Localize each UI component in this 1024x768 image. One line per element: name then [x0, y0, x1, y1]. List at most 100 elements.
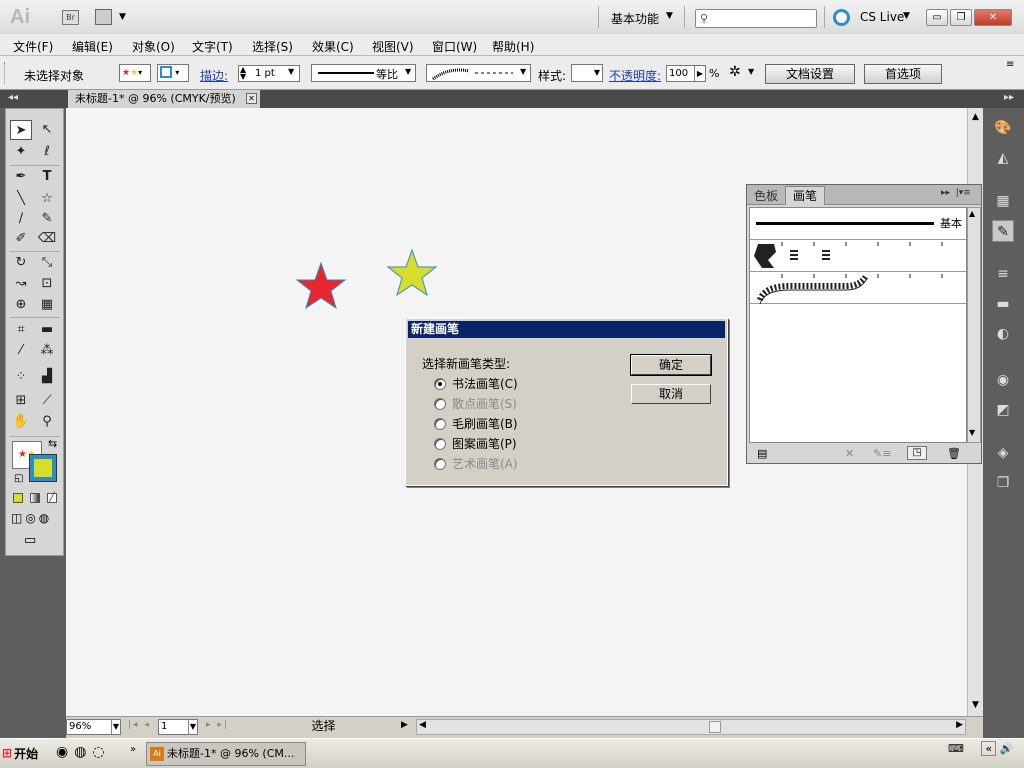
color-guide-icon[interactable]: ◭ — [992, 147, 1014, 169]
start-button[interactable]: ⊞ 开始 — [2, 742, 50, 764]
paintbrush-tool-icon[interactable]: ∕ — [10, 209, 32, 229]
radio-bristle[interactable]: 毛刷画笔(B) — [434, 415, 518, 432]
artboard-tool-icon[interactable]: ⊞ — [10, 391, 32, 411]
trash-icon[interactable]: 🗑 — [947, 447, 961, 460]
swap-colors-icon[interactable]: ⇆ — [48, 437, 57, 450]
chevron-down-icon[interactable]: ▼ — [288, 67, 294, 76]
default-colors-icon[interactable]: ◱ — [14, 473, 23, 484]
eyedropper-tool-icon[interactable]: ⁄ — [10, 341, 32, 361]
workspace-switcher[interactable]: 基本功能 — [611, 10, 659, 27]
tab-swatches[interactable]: 色板 — [749, 187, 783, 205]
close-button[interactable]: ✕ — [974, 9, 1012, 26]
menu-object[interactable]: 对象(O) — [132, 38, 175, 55]
scroll-thumb[interactable] — [709, 721, 721, 733]
selection-tool-icon[interactable]: ➤ — [10, 120, 32, 140]
radio-pattern[interactable]: 图案画笔(P) — [434, 435, 517, 452]
none-mode-icon[interactable]: ╱ — [47, 493, 57, 503]
new-brush-icon[interactable]: ◳ — [907, 446, 927, 460]
zoom-tool-icon[interactable]: ⚲ — [36, 412, 58, 432]
hand-tool-icon[interactable]: ✋ — [10, 412, 32, 432]
mesh-tool-icon[interactable]: ⌗ — [10, 320, 32, 340]
brush-list-scrollbar[interactable]: ▲ ▼ — [967, 207, 981, 443]
tab-brushes[interactable]: 画笔 — [785, 186, 825, 205]
taskbar-item[interactable]: Ai 未标题-1* @ 96% (CM... — [146, 742, 306, 766]
zoom-field[interactable]: 96% ▼ — [66, 719, 121, 735]
stroke-panel-icon[interactable]: ≡ — [992, 263, 1014, 285]
minimize-button[interactable]: ▭ — [926, 9, 948, 26]
gradient-panel-icon[interactable]: ▬ — [992, 293, 1014, 315]
opacity-field[interactable]: 100 ▶ — [666, 65, 706, 82]
variable-width-profile[interactable]: 等比 ▼ — [311, 64, 416, 82]
scroll-right-icon[interactable]: ▶ — [956, 720, 963, 730]
restore-button[interactable]: ❐ — [950, 9, 972, 26]
chevron-down-icon[interactable]: ▼ — [666, 11, 673, 21]
artboard-field[interactable]: 1 ▼ — [158, 719, 198, 735]
lasso-tool-icon[interactable]: ℓ — [36, 142, 58, 162]
menu-window[interactable]: 窗口(W) — [432, 38, 477, 55]
scroll-down-icon[interactable]: ▼ — [968, 700, 983, 710]
opacity-label[interactable]: 不透明度: — [609, 67, 661, 84]
line-tool-icon[interactable]: ╲ — [10, 189, 32, 209]
chevron-down-icon[interactable]: ▼ — [748, 67, 754, 76]
scroll-down-icon[interactable]: ▼ — [969, 428, 975, 437]
search-input[interactable]: ⚲ — [695, 9, 817, 28]
scroll-left-icon[interactable]: ◀ — [419, 720, 426, 730]
direct-selection-tool-icon[interactable]: ↖ — [36, 120, 58, 140]
shape-builder-tool-icon[interactable]: ⊕ — [10, 295, 32, 315]
blob-brush-tool-icon[interactable]: ✐ — [10, 229, 32, 249]
document-setup-button[interactable]: 文档设置 — [765, 64, 855, 84]
close-icon[interactable]: ✕ — [246, 93, 257, 104]
gradient-tool-icon[interactable]: ▬ — [36, 320, 58, 340]
stroke-color-box[interactable] — [29, 454, 57, 482]
radio-calligraphic[interactable]: 书法画笔(C) — [434, 375, 518, 392]
stroke-swatch[interactable]: ▾ — [157, 64, 189, 82]
star-tool-icon[interactable]: ☆ — [36, 189, 58, 209]
list-item[interactable] — [750, 272, 966, 305]
brushes-panel-icon[interactable]: ✎ — [992, 220, 1014, 242]
symbol-sprayer-tool-icon[interactable]: ⁘ — [10, 367, 32, 387]
brush-libraries-icon[interactable]: ▤ — [757, 447, 767, 460]
remove-stroke-icon[interactable]: ✕ — [845, 447, 854, 460]
bridge-button[interactable]: Br — [62, 10, 79, 25]
screen-mode-icon[interactable]: ▭ — [24, 533, 46, 549]
draw-mode-icons[interactable]: ◫◎◍ — [11, 511, 52, 525]
panel-menu-icon[interactable]: ▸▸ |▾≡ — [941, 188, 971, 198]
blend-tool-icon[interactable]: ⁂ — [36, 341, 58, 361]
chevron-right-icon[interactable]: » — [130, 744, 136, 755]
menu-effect[interactable]: 效果(C) — [312, 38, 354, 55]
graph-tool-icon[interactable]: ▟ — [36, 367, 58, 387]
slice-tool-icon[interactable]: ⟋ — [36, 391, 58, 411]
fill-swatch[interactable]: ★★▾ — [119, 64, 151, 82]
list-item[interactable]: 基本 — [750, 208, 966, 240]
menu-help[interactable]: 帮助(H) — [492, 38, 534, 55]
swatches-icon[interactable]: ▦ — [992, 190, 1014, 212]
brush-options-icon[interactable]: ✎≡ — [873, 447, 891, 460]
scroll-up-icon[interactable]: ▲ — [969, 209, 975, 218]
pencil-tool-icon[interactable]: ✎ — [36, 209, 58, 229]
type-tool-icon[interactable]: T — [36, 167, 58, 187]
free-transform-tool-icon[interactable]: ⊡ — [36, 274, 58, 294]
ok-button[interactable]: 确定 — [630, 354, 712, 376]
arrange-documents-button[interactable]: ▼ — [95, 9, 129, 26]
artboards-panel-icon[interactable]: ❐ — [992, 472, 1014, 494]
graphic-styles-icon[interactable]: ◩ — [992, 399, 1014, 421]
style-dropdown[interactable]: ▼ — [571, 64, 603, 82]
scale-tool-icon[interactable]: ⤡ — [36, 253, 58, 273]
transparency-panel-icon[interactable]: ◐ — [992, 323, 1014, 345]
perspective-grid-tool-icon[interactable]: ▦ — [36, 295, 58, 315]
brush-definition[interactable]: ▼ — [426, 64, 531, 82]
rotate-tool-icon[interactable]: ↻ — [10, 253, 32, 273]
layers-panel-icon[interactable]: ◈ — [992, 442, 1014, 464]
magic-wand-tool-icon[interactable]: ✦ — [10, 142, 32, 162]
collapse-right-icon[interactable]: ▸▸ — [1004, 92, 1014, 103]
pen-tool-icon[interactable]: ✒ — [10, 167, 32, 187]
menu-type[interactable]: 文字(T) — [192, 38, 233, 55]
next-last-artboard-icons[interactable]: ▸ ▸| — [206, 720, 229, 730]
appearance-panel-icon[interactable]: ◉ — [992, 369, 1014, 391]
document-tab[interactable]: 未标题-1* @ 96% (CMYK/预览) ✕ — [68, 90, 260, 108]
horizontal-scrollbar[interactable]: ◀ ▶ — [416, 719, 966, 735]
eraser-tool-icon[interactable]: ⌫ — [36, 229, 58, 249]
panel-menu-icon[interactable]: ≡ — [1006, 59, 1014, 70]
status-menu-icon[interactable]: ▶ — [401, 720, 408, 730]
cslive-icon[interactable] — [833, 9, 850, 26]
